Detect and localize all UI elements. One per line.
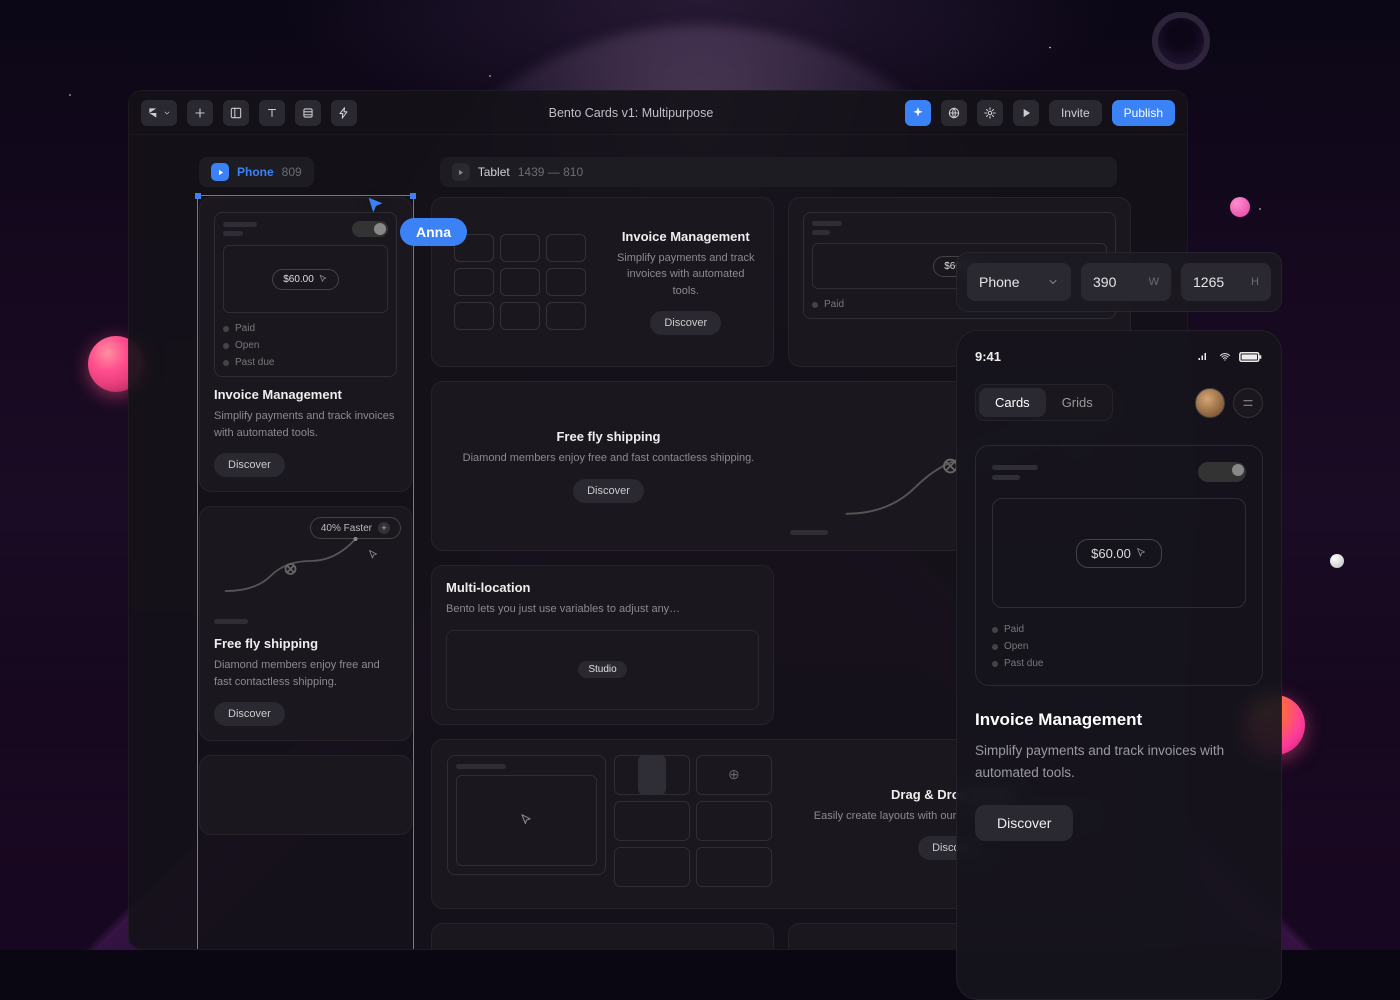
breakpoint-dim: 1439 — 810	[518, 165, 583, 179]
chevron-down-icon	[1047, 276, 1059, 288]
tab-grids[interactable]: Grids	[1046, 388, 1109, 417]
wifi-icon	[1217, 351, 1233, 363]
decorative-orb	[1330, 554, 1344, 568]
drag-drop-illustration: ⊕	[446, 754, 773, 894]
legend-row: Open	[992, 641, 1246, 652]
discover-button[interactable]: Discover	[214, 702, 285, 726]
price-badge: $60.00	[272, 269, 339, 290]
card-freefly[interactable]: 40% Faster+ Free fly shipping Diamond me…	[199, 506, 412, 741]
discover-button[interactable]: Discover	[975, 805, 1073, 841]
card-invoice-tablet[interactable]: Invoice Management Simplify payments and…	[431, 197, 774, 367]
globe-button[interactable]	[941, 100, 967, 126]
legend-row: Past due	[223, 357, 388, 368]
status-time: 9:41	[975, 349, 1001, 364]
collaborator-cursor	[365, 195, 387, 222]
card-placeholder[interactable]	[431, 923, 774, 951]
line-illustration	[214, 521, 397, 609]
breakpoint-label: Tablet	[478, 165, 510, 179]
card-invoice[interactable]: $60.00 Paid Open Past due Invoice Manage…	[199, 197, 412, 492]
cursor-icon	[367, 549, 379, 561]
discover-button[interactable]: Discover	[214, 453, 285, 477]
settings-button[interactable]	[977, 100, 1003, 126]
inspector-row: Phone 390 W 1265 H	[956, 252, 1282, 312]
cursor-icon	[318, 274, 328, 284]
publish-button[interactable]: Publish	[1112, 100, 1175, 126]
toggle-icon	[1198, 462, 1246, 482]
invite-button[interactable]: Invite	[1049, 100, 1102, 126]
actions-button[interactable]	[331, 100, 357, 126]
boxes-illustration	[446, 212, 595, 352]
card-title: Invoice Management	[214, 387, 397, 402]
legend-row: Past due	[992, 658, 1246, 669]
card-title: Invoice Management	[613, 229, 760, 244]
legend-row: Open	[223, 340, 388, 351]
menu-button[interactable]	[1233, 388, 1263, 418]
add-button[interactable]	[187, 100, 213, 126]
legend-row: Paid	[223, 323, 388, 334]
menu-icon	[1241, 396, 1255, 410]
skeleton-bars	[992, 465, 1038, 480]
play-button[interactable]	[1013, 100, 1039, 126]
breakpoint-tablet[interactable]: Tablet 1439 — 810	[440, 157, 1117, 187]
layout-button[interactable]	[223, 100, 249, 126]
ai-button[interactable]	[905, 100, 931, 126]
device-select[interactable]: Phone	[967, 263, 1071, 301]
signal-icon	[1195, 351, 1211, 363]
height-value: 1265	[1193, 274, 1224, 290]
card-placeholder[interactable]	[199, 755, 412, 835]
collaborator-name-tag: Anna	[400, 218, 467, 246]
discover-button[interactable]: Discover	[573, 479, 644, 503]
cursor-icon	[1135, 547, 1147, 559]
phone-preview: 9:41 Cards Grids	[956, 330, 1282, 1000]
breakpoint-bar: Phone 809 Tablet 1439 — 810	[129, 135, 1187, 197]
breakpoint-phone[interactable]: Phone 809	[199, 157, 314, 187]
frame-phone[interactable]: $60.00 Paid Open Past due Invoice Manage…	[199, 197, 412, 849]
card-desc: Bento lets you just use variables to adj…	[446, 601, 759, 618]
canvas[interactable]: $60.00 Paid Open Past due Invoice Manage…	[129, 197, 1187, 205]
tab-cards[interactable]: Cards	[979, 388, 1046, 417]
cursor-icon	[519, 813, 533, 827]
play-icon	[211, 163, 229, 181]
card-desc: Diamond members enjoy free and fast cont…	[446, 450, 771, 467]
play-icon	[452, 163, 470, 181]
chip: Studio	[578, 661, 626, 678]
card-title: Multi-location	[446, 580, 759, 595]
price-badge: $60.00	[1076, 539, 1162, 568]
card-multiloc[interactable]: Multi-location Bento lets you just use v…	[431, 565, 774, 725]
decorative-orb	[1230, 197, 1250, 217]
height-input[interactable]: 1265 H	[1181, 263, 1271, 301]
device-select-value: Phone	[979, 274, 1019, 290]
height-label: H	[1251, 276, 1259, 288]
segment-control: Cards Grids	[975, 384, 1113, 421]
breakpoint-dim: 809	[282, 165, 302, 179]
width-label: W	[1149, 276, 1159, 288]
width-input[interactable]: 390 W	[1081, 263, 1171, 301]
toggle-icon	[352, 221, 388, 237]
legend-row: Paid	[992, 624, 1246, 635]
card-desc: Diamond members enjoy free and fast cont…	[214, 657, 397, 690]
discover-button[interactable]: Discover	[650, 311, 721, 335]
avatar[interactable]	[1195, 388, 1225, 418]
preview-card-invoice[interactable]: $60.00 Paid Open Past due	[975, 445, 1263, 686]
topbar: Bento Cards v1: Multipurpose Invite Publ…	[129, 91, 1187, 135]
battery-icon	[1239, 351, 1263, 363]
decorative-orb-ring	[1152, 12, 1210, 70]
plus-icon: ⊕	[728, 766, 740, 783]
project-title: Bento Cards v1: Multipurpose	[357, 106, 905, 120]
breakpoint-label: Phone	[237, 165, 274, 179]
card-desc: Simplify payments and track invoices wit…	[613, 250, 760, 300]
invoice-illustration: $60.00 Paid Open Past due	[214, 212, 397, 377]
text-button[interactable]	[259, 100, 285, 126]
cms-button[interactable]	[295, 100, 321, 126]
card-title: Free fly shipping	[214, 636, 397, 651]
preview-title: Invoice Management	[975, 710, 1263, 730]
status-bar: 9:41	[975, 349, 1263, 364]
card-desc: Simplify payments and track invoices wit…	[214, 408, 397, 441]
preview-desc: Simplify payments and track invoices wit…	[975, 740, 1263, 783]
status-icons	[1195, 349, 1263, 364]
framer-menu-button[interactable]	[141, 100, 177, 126]
width-value: 390	[1093, 274, 1116, 290]
card-title: Free fly shipping	[446, 429, 771, 444]
inspector-floater: Phone 390 W 1265 H 9:41 Cards Grids	[956, 252, 1282, 1000]
